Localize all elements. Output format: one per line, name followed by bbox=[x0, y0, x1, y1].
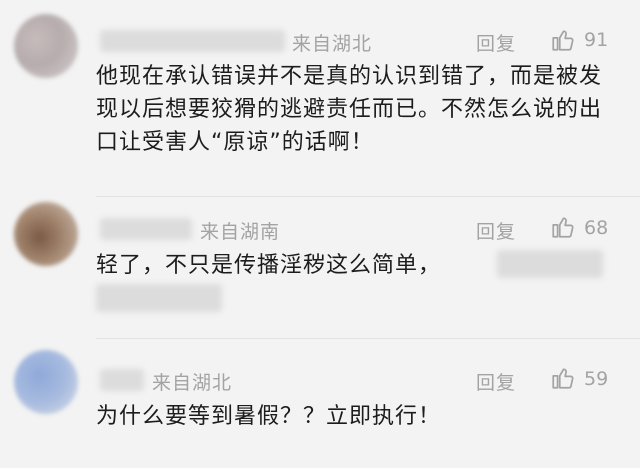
comment-text: 为什么要等到暑假？？立即执行！ bbox=[96, 404, 442, 429]
avatar[interactable] bbox=[14, 14, 78, 78]
username-redacted bbox=[100, 369, 144, 391]
username-redacted bbox=[100, 218, 192, 240]
reply-button[interactable]: 回复 bbox=[476, 368, 516, 395]
location-label: 来自湖北 bbox=[292, 33, 373, 55]
avatar[interactable] bbox=[14, 202, 78, 266]
location-label: 来自湖南 bbox=[200, 221, 281, 243]
redacted-text bbox=[96, 284, 222, 312]
thumbs-up-icon[interactable] bbox=[550, 27, 576, 53]
username-redacted bbox=[100, 30, 285, 52]
avatar[interactable] bbox=[14, 350, 78, 414]
reply-button[interactable]: 回复 bbox=[476, 29, 516, 56]
location-label: 来自湖北 bbox=[152, 372, 233, 394]
reply-button[interactable]: 回复 bbox=[476, 217, 516, 244]
comment-text: 他现在承认错误并不是真的认识到错了，而是被发现以后想要狡猾的逃避责任而已。不然怎… bbox=[96, 64, 603, 155]
like-count: 59 bbox=[584, 368, 609, 390]
divider bbox=[96, 338, 640, 339]
like-count: 91 bbox=[584, 29, 609, 51]
like-count: 68 bbox=[584, 217, 609, 239]
redacted-text bbox=[497, 250, 603, 278]
thumbs-up-icon[interactable] bbox=[550, 365, 576, 391]
thumbs-up-icon[interactable] bbox=[550, 214, 576, 240]
divider bbox=[96, 196, 640, 197]
